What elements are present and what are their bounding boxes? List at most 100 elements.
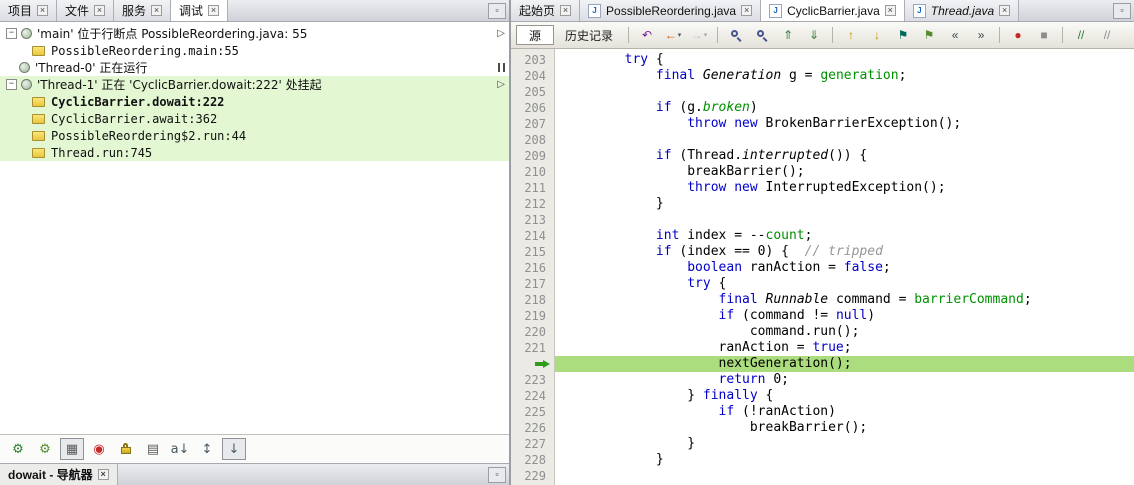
tab-close-icon[interactable]: ×: [151, 5, 163, 16]
code-line[interactable]: nextGeneration();: [555, 356, 1134, 372]
code-line[interactable]: [555, 84, 1134, 100]
sort-suspended-icon[interactable]: ↕: [195, 438, 219, 460]
previous-bookmark-icon[interactable]: ⚑: [891, 24, 915, 46]
editor-tab-Thread.java[interactable]: J Thread.java ×: [904, 0, 1020, 21]
tab-close-icon[interactable]: ×: [741, 5, 753, 16]
uncomment-icon[interactable]: //: [1095, 24, 1119, 46]
sort-alphabetic-icon[interactable]: a↓: [168, 438, 192, 460]
editor-tabbar: 起始页 × J PossibleReordering.java × J CyclicBarr…: [511, 0, 1134, 22]
shift-left-icon[interactable]: «: [943, 24, 967, 46]
code-line[interactable]: [555, 468, 1134, 484]
stack-frame-row[interactable]: CyclicBarrier.await:362: [0, 110, 509, 127]
editor-tab-list-button[interactable]: ▫: [1113, 2, 1131, 19]
code-line[interactable]: [555, 132, 1134, 148]
show-monitors-icon[interactable]: [114, 438, 138, 460]
last-edit-icon[interactable]: ↶: [635, 24, 659, 46]
find-next-selection-icon[interactable]: ⇓: [802, 24, 826, 46]
code-token: final: [718, 292, 758, 307]
code-line[interactable]: [555, 212, 1134, 228]
comment-icon[interactable]: //: [1069, 24, 1093, 46]
stack-frame-row[interactable]: PossibleReordering.main:55: [0, 42, 509, 59]
previous-occurrence-icon[interactable]: ↑: [839, 24, 863, 46]
show-thread-groups-icon[interactable]: ⚙: [33, 438, 57, 460]
stack-frame-row[interactable]: CyclicBarrier.dowait:222: [0, 93, 509, 110]
icon-glyph: a↓: [170, 441, 190, 457]
stack-frame-row[interactable]: PossibleReordering$2.run:44: [0, 127, 509, 144]
code-line[interactable]: if (index == 0) { // tripped: [555, 244, 1134, 260]
window-tab-服务[interactable]: 服务 ×: [114, 0, 172, 21]
tab-close-icon[interactable]: ×: [884, 5, 896, 16]
history-view-button[interactable]: 历史记录: [556, 26, 622, 45]
stack-frame-row[interactable]: Thread.run:745: [0, 144, 509, 161]
code-line[interactable]: return 0;: [555, 372, 1134, 388]
code-line[interactable]: boolean ranAction = false;: [555, 260, 1134, 276]
show-qualified-names-icon[interactable]: ▤: [141, 438, 165, 460]
stop-macro-icon[interactable]: ■: [1032, 24, 1056, 46]
back-icon[interactable]: ← ▾: [661, 24, 685, 46]
tree-collapse-handle[interactable]: −: [6, 28, 17, 39]
thread-row[interactable]: − 'Thread-1' 正在 'CyclicBarrier.dowait:222…: [0, 76, 509, 93]
navigator-tab[interactable]: dowait - 导航器 ×: [0, 464, 118, 485]
thread-row[interactable]: 'Thread-0' 正在运行: [0, 59, 509, 76]
icon-glyph: ⇓: [809, 28, 820, 42]
code-line[interactable]: }: [555, 436, 1134, 452]
pause-button[interactable]: [498, 63, 505, 72]
next-bookmark-icon[interactable]: ⚑: [917, 24, 941, 46]
shift-right-icon[interactable]: »: [969, 24, 993, 46]
editor-tab-起始页[interactable]: 起始页 ×: [511, 0, 581, 21]
code-line[interactable]: if (Thread.interrupted()) {: [555, 148, 1134, 164]
tab-close-icon[interactable]: ×: [97, 469, 109, 480]
resume-button[interactable]: ▷: [497, 79, 505, 90]
find-previous-selection-icon[interactable]: ⇑: [776, 24, 800, 46]
find-icon[interactable]: [724, 24, 748, 46]
window-tab-项目[interactable]: 项目 ×: [0, 0, 58, 21]
tab-close-icon[interactable]: ×: [208, 5, 220, 16]
code-line[interactable]: throw new BrokenBarrierException();: [555, 116, 1134, 132]
show-suspend-resume-table-icon[interactable]: ▦: [60, 438, 84, 460]
record-macro-icon[interactable]: ●: [1006, 24, 1030, 46]
code-line[interactable]: final Runnable command = barrierCommand;: [555, 292, 1134, 308]
editor-tab-CyclicBarrier.java[interactable]: J CyclicBarrier.java ×: [761, 0, 905, 21]
code-line[interactable]: if (command != null): [555, 308, 1134, 324]
minimize-navigator-button[interactable]: ▫: [488, 466, 506, 483]
window-tab-调试[interactable]: 调试 ×: [171, 0, 229, 21]
show-deadlocks-icon[interactable]: ◉: [87, 438, 111, 460]
next-occurrence-icon[interactable]: ↓: [865, 24, 889, 46]
tab-close-icon[interactable]: ×: [560, 5, 572, 16]
threads-tree[interactable]: − 'main' 位于行断点 PossibleReordering.java: 5…: [0, 22, 509, 434]
code-line[interactable]: if (g.broken): [555, 100, 1134, 116]
code-line[interactable]: ranAction = true;: [555, 340, 1134, 356]
code-line[interactable]: if (!ranAction): [555, 404, 1134, 420]
code-line[interactable]: throw new InterruptedException();: [555, 180, 1134, 196]
stack-frame-icon: [32, 45, 45, 56]
code-line[interactable]: final Generation g = generation;: [555, 68, 1134, 84]
code-area[interactable]: try { final Generation g = generation; i…: [555, 49, 1134, 485]
code-line[interactable]: }: [555, 452, 1134, 468]
source-view-button[interactable]: 源: [516, 25, 555, 45]
code-line[interactable]: try {: [555, 52, 1134, 68]
tree-collapse-handle[interactable]: −: [6, 79, 17, 90]
tab-close-icon[interactable]: ×: [94, 5, 106, 16]
tab-close-icon[interactable]: ×: [37, 5, 49, 16]
editor-gutter[interactable]: 203 204 205 206 207 208 209 210 211 212 213 214 215 2…: [511, 49, 555, 485]
code-line[interactable]: command.run();: [555, 324, 1134, 340]
code-token: boolean: [687, 260, 743, 275]
code-line[interactable]: }: [555, 196, 1134, 212]
thread-row[interactable]: − 'main' 位于行断点 PossibleReordering.java: 5…: [0, 25, 509, 42]
resume-button[interactable]: ▷: [497, 28, 505, 39]
minimize-window-group-button[interactable]: ▫: [488, 2, 506, 19]
show-suspended-threads-icon[interactable]: ⚙: [6, 438, 30, 460]
code-line[interactable]: try {: [555, 276, 1134, 292]
code-line[interactable]: } finally {: [555, 388, 1134, 404]
sort-natural-icon[interactable]: ↓: [222, 438, 246, 460]
forward-icon[interactable]: → ▾: [687, 24, 711, 46]
tab-close-icon[interactable]: ×: [999, 5, 1011, 16]
code-editor[interactable]: 203 204 205 206 207 208 209 210 211 212 213 214 215 2…: [511, 49, 1134, 485]
editor-tab-PossibleReordering.java[interactable]: J PossibleReordering.java ×: [580, 0, 762, 21]
window-tab-文件[interactable]: 文件 ×: [57, 0, 115, 21]
replace-icon[interactable]: [750, 24, 774, 46]
code-line[interactable]: int index = --count;: [555, 228, 1134, 244]
code-line[interactable]: breakBarrier();: [555, 164, 1134, 180]
code-line[interactable]: breakBarrier();: [555, 420, 1134, 436]
